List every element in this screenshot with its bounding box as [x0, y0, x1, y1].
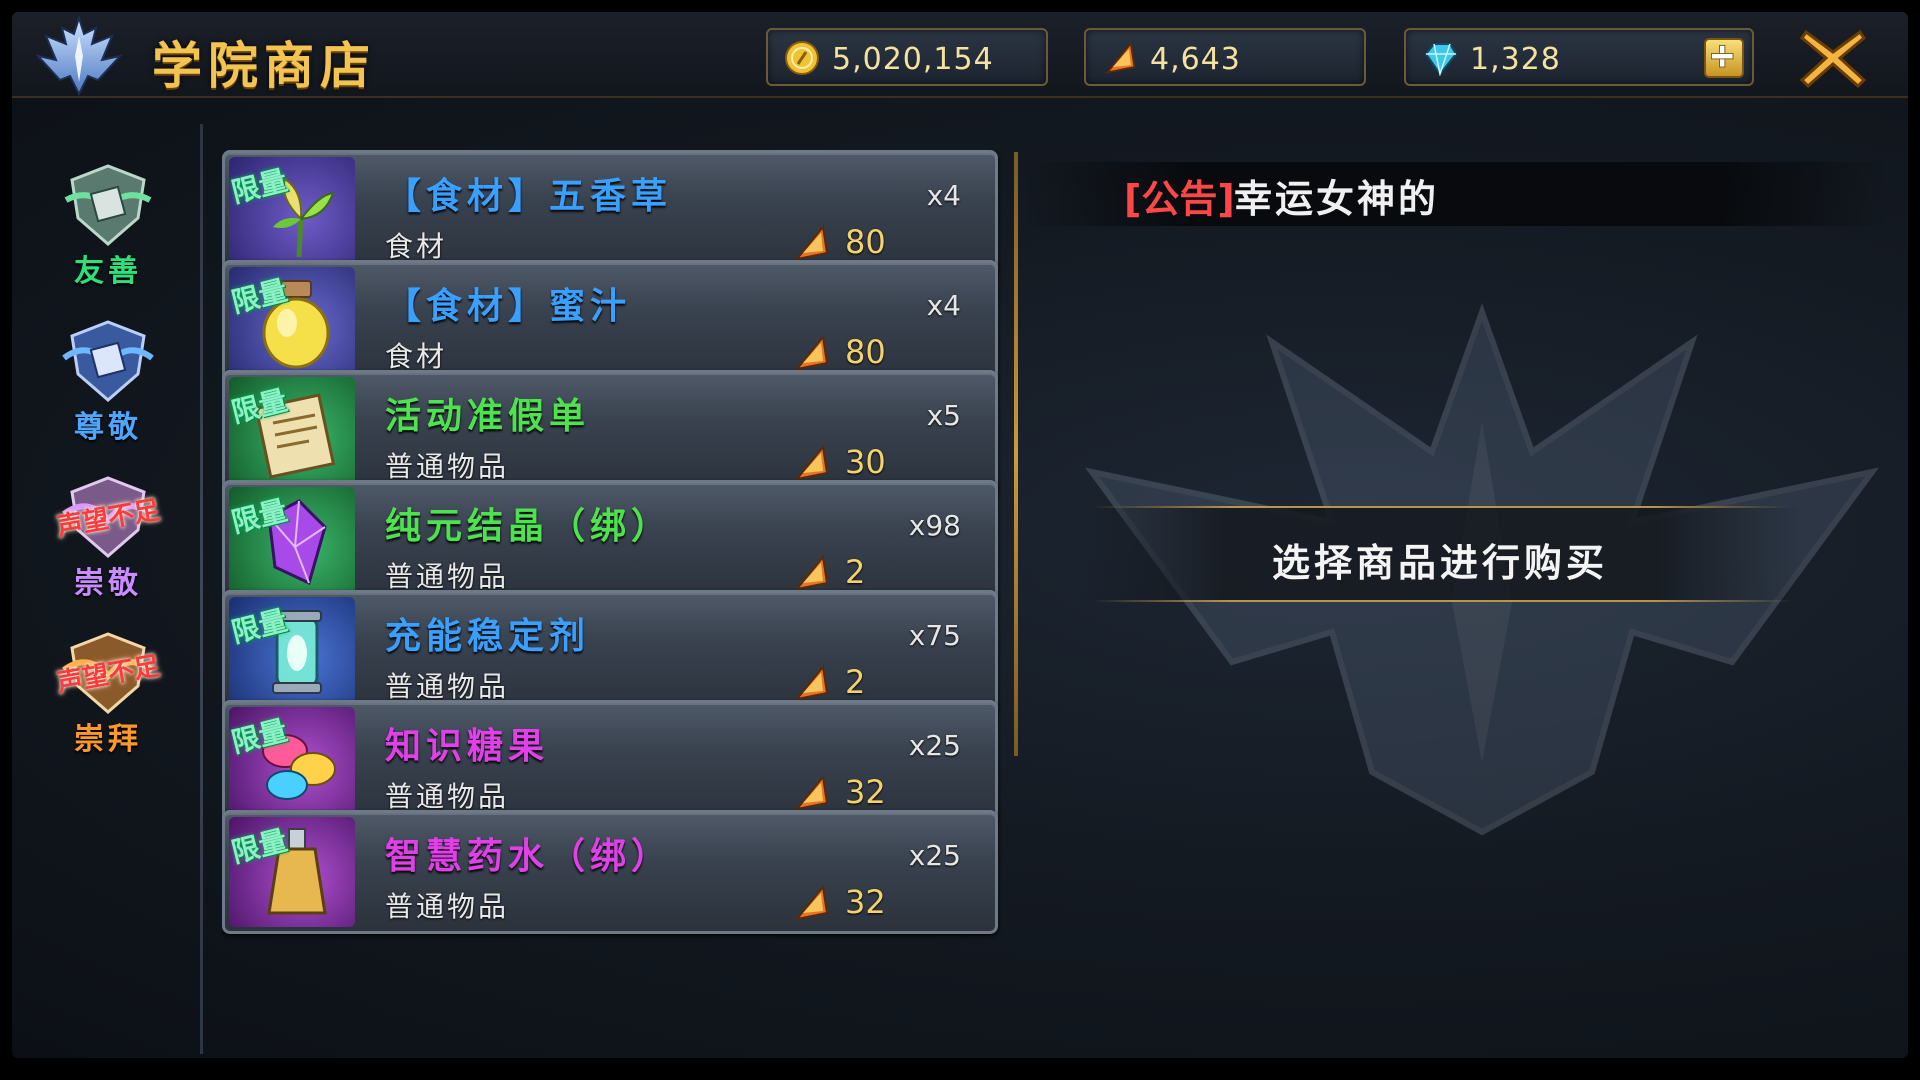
- panel-divider: [1014, 152, 1018, 756]
- item-price: 80: [845, 223, 886, 261]
- crystal-shard-icon: [794, 334, 829, 371]
- item-category: 普通物品: [385, 780, 510, 813]
- crystal-shard-icon: [794, 774, 829, 811]
- item-quantity: x5: [926, 399, 961, 432]
- item-icon-frame: 限量: [229, 597, 355, 707]
- item-name: 【食材】五香草: [385, 176, 673, 217]
- item-icon-frame: 限量: [229, 487, 355, 597]
- diamond-currency: 1,328: [1404, 28, 1754, 86]
- item-name: 智慧药水（绑）: [385, 836, 673, 877]
- crystal-shard-icon: [794, 444, 829, 481]
- item-name: 活动准假单: [385, 396, 591, 437]
- item-price: 32: [845, 883, 886, 921]
- announcement-text: 幸运女神的: [1234, 177, 1440, 221]
- item-price: 2: [845, 663, 866, 701]
- hint-divider-top: [1092, 506, 1792, 508]
- crystal-shard-icon: [794, 664, 829, 701]
- hint-divider-bottom: [1092, 600, 1792, 602]
- reputation-tab-column: 友善 尊敬 声望不足 崇敬 声望不足 崇拜: [12, 100, 202, 1058]
- tab-revered[interactable]: 声望不足 崇敬: [38, 472, 178, 602]
- item-name: 【食材】蜜汁: [385, 286, 632, 327]
- crystal-shard-icon: [794, 554, 829, 591]
- item-price: 32: [845, 773, 886, 811]
- token-amount: 4,643: [1150, 42, 1241, 77]
- item-icon-frame: 限量: [229, 157, 355, 267]
- shop-title: 学院商店: [152, 37, 376, 95]
- tab-label: 友善: [74, 254, 142, 289]
- list-item[interactable]: 限量 活动准假单 x5 普通物品 30: [222, 370, 998, 494]
- gold-currency: 5,020,154: [766, 28, 1048, 86]
- close-icon[interactable]: [1798, 26, 1868, 90]
- item-icon-frame: 限量: [229, 707, 355, 817]
- reputation-token-currency: 4,643: [1084, 28, 1366, 86]
- diamond-amount: 1,328: [1470, 42, 1561, 77]
- shield-badge-icon: [62, 320, 154, 402]
- item-name: 充能稳定剂: [385, 616, 591, 657]
- plus-icon: [1710, 44, 1734, 68]
- crystal-shard-icon: [1105, 41, 1136, 74]
- tab-respected[interactable]: 尊敬: [38, 316, 178, 446]
- item-category: 普通物品: [385, 560, 510, 593]
- tab-friendly[interactable]: 友善: [38, 160, 178, 290]
- item-icon-frame: 限量: [229, 267, 355, 377]
- list-item[interactable]: 限量 【食材】五香草 x4 食材 80: [222, 150, 998, 274]
- tab-label: 崇拜: [74, 722, 142, 757]
- tab-exalted[interactable]: 声望不足 崇拜: [38, 628, 178, 758]
- item-quantity: x25: [908, 839, 961, 872]
- header-bar: 学院商店 5,020,154 4,643 1,328: [12, 12, 1908, 98]
- list-item[interactable]: 限量 知识糖果 x25 普通物品 32: [222, 700, 998, 824]
- add-diamond-button[interactable]: [1704, 38, 1744, 78]
- item-quantity: x98: [908, 509, 961, 542]
- tab-label: 尊敬: [74, 410, 142, 445]
- item-quantity: x75: [908, 619, 961, 652]
- shop-window: 学院商店 5,020,154 4,643 1,328 友善 尊敬 声望不足 崇敬…: [12, 12, 1908, 1058]
- academy-emblem-icon: [36, 16, 122, 96]
- item-category: 食材: [385, 230, 448, 263]
- item-price: 80: [845, 333, 886, 371]
- list-item[interactable]: 限量 纯元结晶（绑） x98 普通物品 2: [222, 480, 998, 604]
- item-icon-frame: 限量: [229, 817, 355, 927]
- list-item[interactable]: 限量 充能稳定剂 x75 普通物品 2: [222, 590, 998, 714]
- item-name: 纯元结晶（绑）: [385, 506, 673, 547]
- item-quantity: x4: [926, 179, 961, 212]
- item-name: 知识糖果: [385, 726, 550, 767]
- list-item[interactable]: 限量 智慧药水（绑） x25 普通物品 32: [222, 810, 998, 934]
- crystal-shard-icon: [794, 884, 829, 921]
- item-quantity: x4: [926, 289, 961, 322]
- list-item[interactable]: 限量 【食材】蜜汁 x4 食材 80: [222, 260, 998, 384]
- item-list[interactable]: 限量 【食材】五香草 x4 食材 80 限量 【食材】蜜汁 x4 食材 80 限…: [222, 150, 1002, 1058]
- item-quantity: x25: [908, 729, 961, 762]
- shield-badge-icon: [64, 164, 152, 246]
- item-icon-frame: 限量: [229, 377, 355, 487]
- announcement-tag: [公告]: [1124, 177, 1235, 221]
- item-category: 普通物品: [385, 890, 510, 923]
- diamond-icon: [1424, 43, 1458, 76]
- item-category: 普通物品: [385, 670, 510, 703]
- item-category: 食材: [385, 340, 448, 373]
- gold-coin-icon: [785, 41, 819, 75]
- item-price: 30: [845, 443, 886, 481]
- tab-label: 崇敬: [74, 566, 142, 601]
- tab-divider: [200, 124, 203, 1054]
- item-price: 2: [845, 553, 866, 591]
- crystal-shard-icon: [794, 224, 829, 261]
- select-item-hint: 选择商品进行购买: [1271, 541, 1608, 585]
- item-category: 普通物品: [385, 450, 510, 483]
- gold-amount: 5,020,154: [832, 42, 994, 77]
